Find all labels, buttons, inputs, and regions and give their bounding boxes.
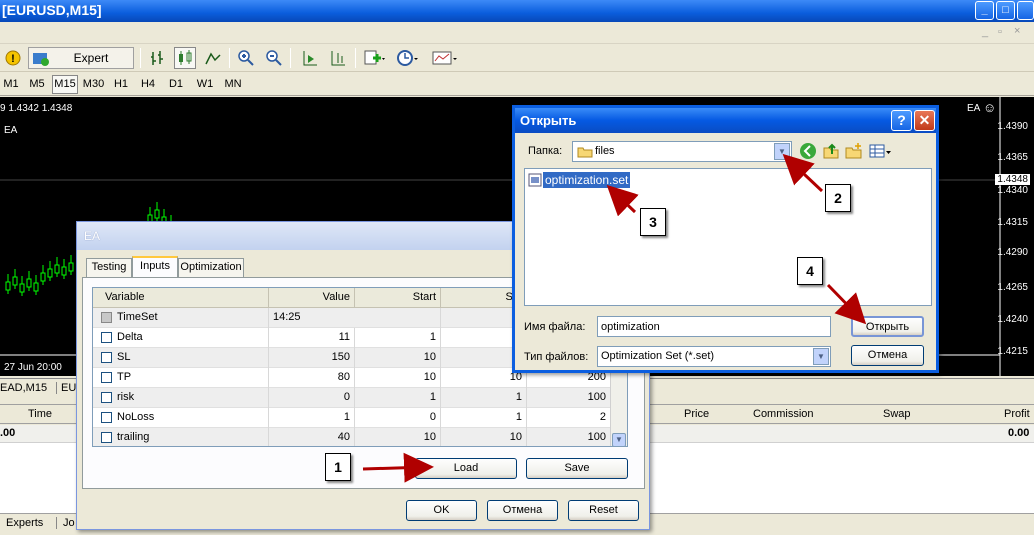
callout-2: 2: [825, 184, 851, 212]
annotation-arrows: [362, 153, 867, 483]
arrow-4: [826, 283, 867, 325]
callout-3: 3: [640, 208, 666, 236]
arrow-1: [362, 452, 434, 483]
callout-4: 4: [797, 257, 823, 285]
callout-1: 1: [325, 453, 351, 481]
arrow-2: [782, 153, 824, 193]
arrow-3: [606, 184, 639, 217]
